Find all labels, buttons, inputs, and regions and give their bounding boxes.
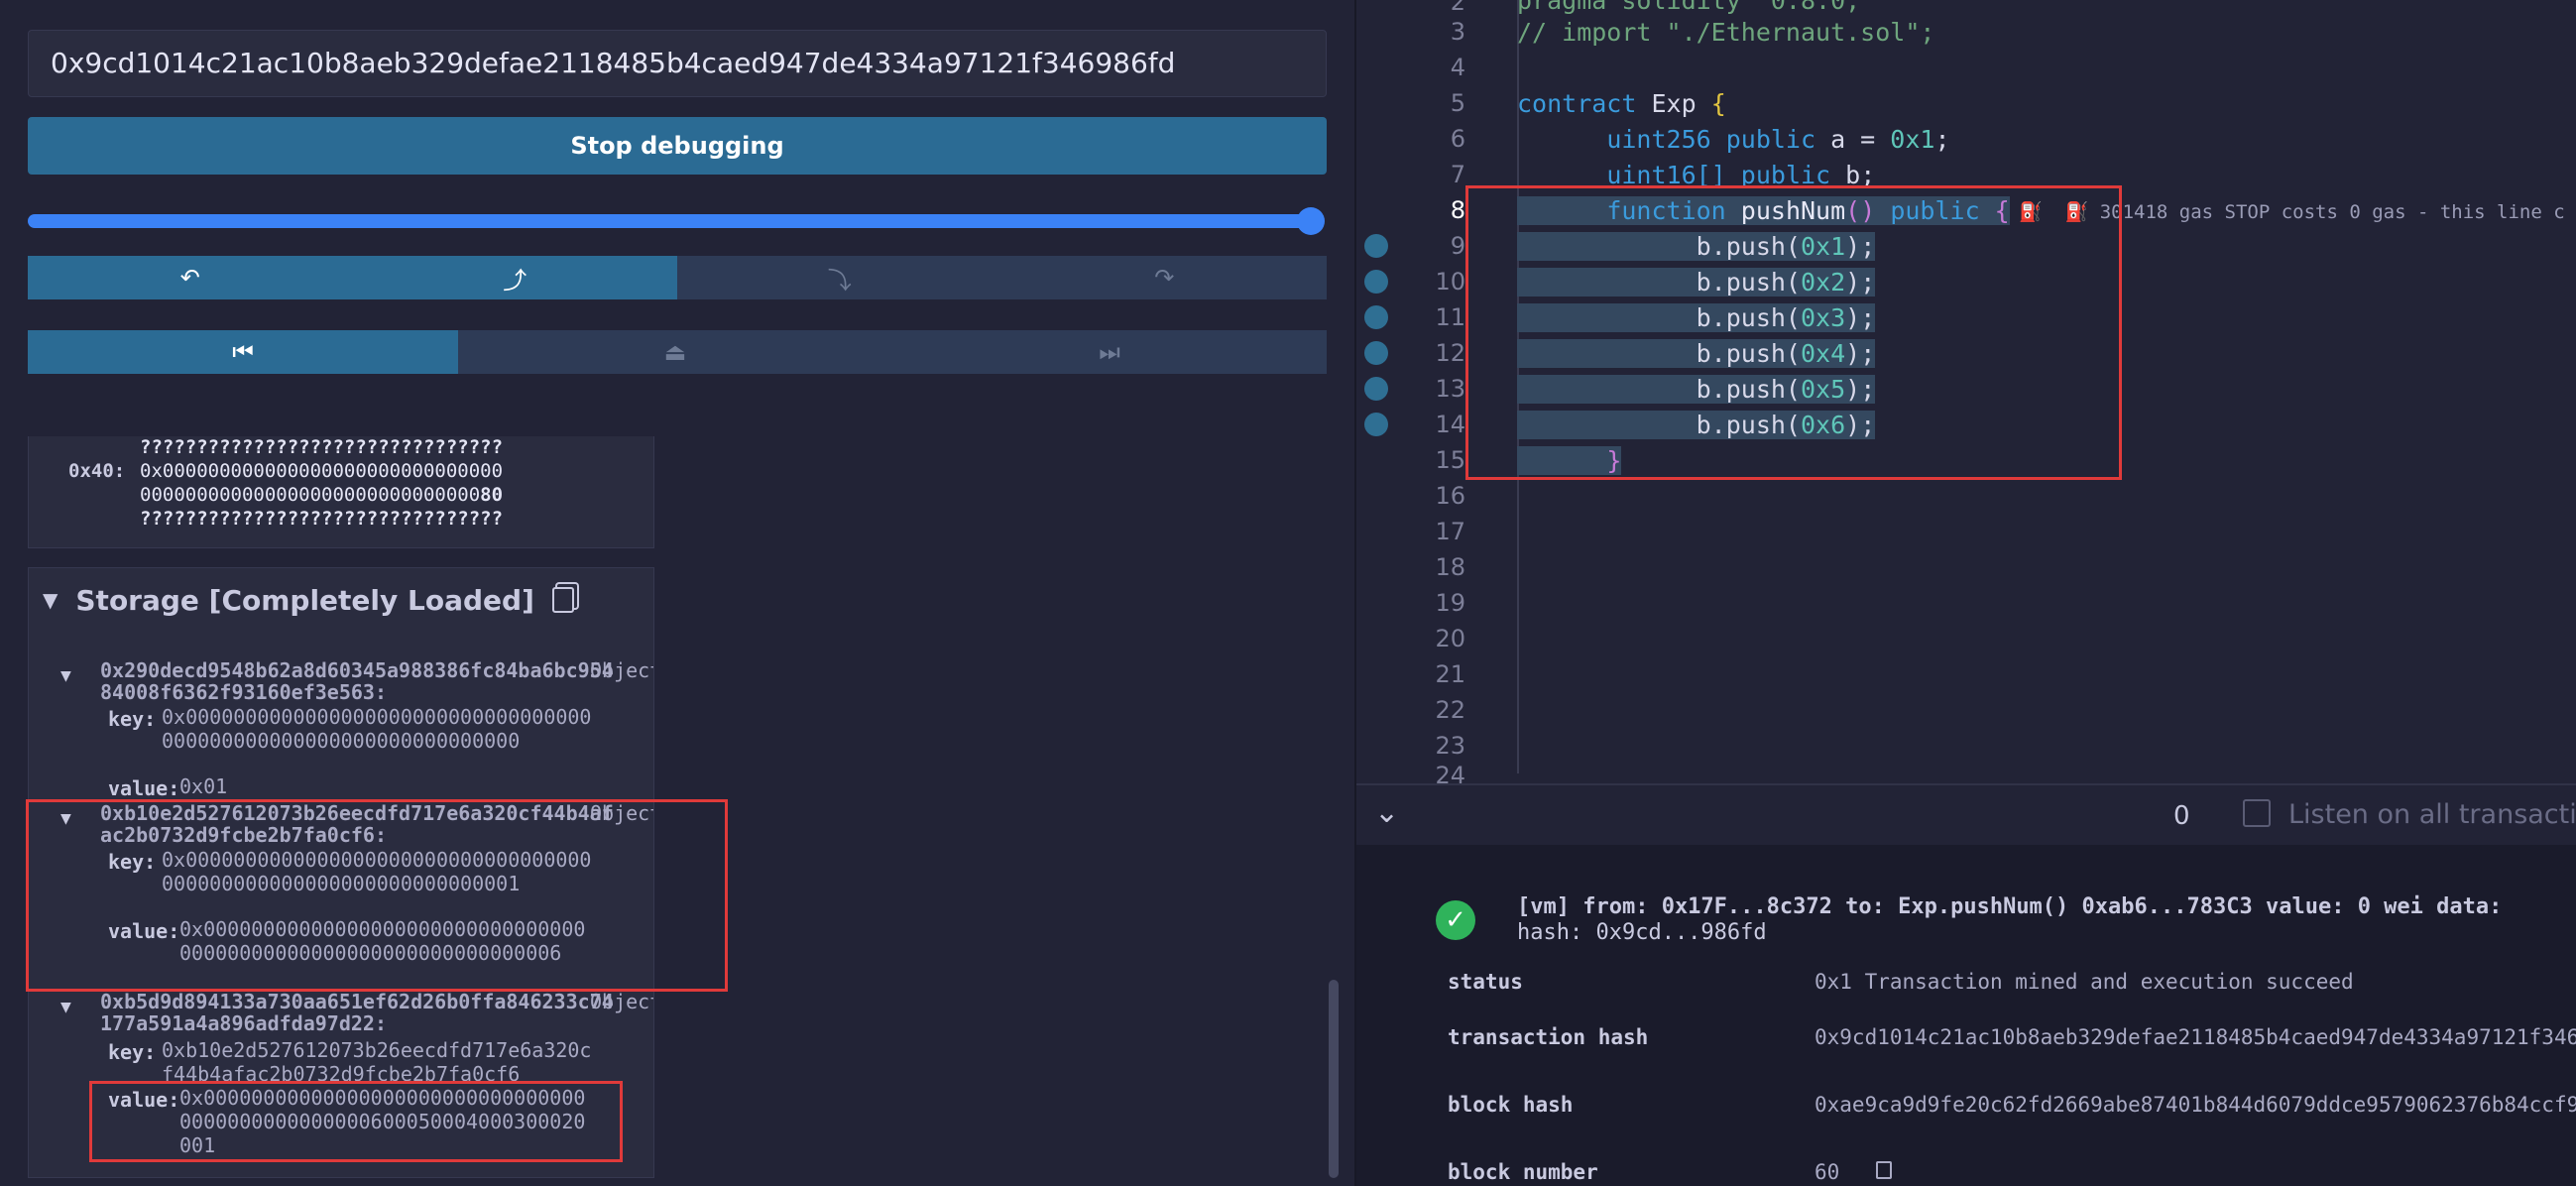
collapse-terminal-icon[interactable]: ⌄	[1374, 795, 1399, 830]
annotation-box-function	[1465, 185, 2122, 480]
storage-type: Object	[590, 990, 653, 1013]
tx-field-label: status	[1448, 970, 1523, 994]
line-number-current: 8	[1450, 196, 1465, 224]
stop-debugging-button[interactable]: Stop debugging	[28, 117, 1327, 175]
code-line[interactable]: pragma solidity ^0.8.0;	[1517, 0, 1860, 15]
line-number: 6	[1450, 125, 1465, 153]
copy-icon[interactable]	[551, 587, 574, 613]
tx-field-value: 0x9cd1014c21ac10b8aeb329defae2118485b4ca…	[1815, 1025, 2576, 1049]
storage-title: Storage [Completely Loaded]	[75, 583, 534, 617]
storage-value: 0x01	[179, 774, 228, 798]
step-out-back-button[interactable]: ⤴	[352, 256, 677, 299]
storage-slot: 0xb5d9d894133a730aa651ef62d26b0ffa846233…	[100, 990, 614, 1035]
breakpoint-marker[interactable]	[1364, 305, 1388, 329]
key-label: key:	[108, 1040, 157, 1064]
breakpoint-marker[interactable]	[1364, 270, 1388, 294]
debugger-panel: 0x9cd1014c21ac10b8aeb329defae2118485b4ca…	[0, 0, 1354, 1186]
memory-ascii-line: ????????????????????????????????	[140, 436, 504, 458]
jump-controls: ⏮ ⏏ ⏭	[28, 330, 1327, 374]
line-number: 2	[1450, 0, 1465, 16]
storage-key: 0xb10e2d527612073b26eecdfd717e6a320cf44b…	[162, 1038, 592, 1086]
step-slider-thumb[interactable]	[1297, 207, 1325, 235]
line-number: 17	[1435, 518, 1465, 545]
line-number: 20	[1435, 625, 1465, 652]
memory-hex-line: 00000000000000000000000000000080	[140, 484, 504, 506]
copy-icon[interactable]	[1875, 1161, 1892, 1179]
jump-out-button[interactable]: ⏏	[458, 330, 892, 374]
step-out-icon: ⤴	[503, 266, 527, 295]
pending-count: 0	[2173, 801, 2190, 831]
breakpoint-marker[interactable]	[1364, 234, 1388, 258]
memory-ascii-line: ????????????????????????????????	[140, 508, 504, 530]
jump-next-icon: ⏭	[1099, 338, 1120, 366]
step-over-forward-button[interactable]: ↷	[1001, 256, 1327, 299]
tx-field-label: transaction hash	[1448, 1025, 1649, 1049]
breakpoint-marker[interactable]	[1364, 413, 1388, 436]
jump-previous-icon: ⏮	[232, 338, 254, 366]
terminal-log-line[interactable]: hash: 0x9cd...986fd	[1517, 920, 1767, 945]
terminal-toolbar: ⌄ 0 Listen on all transactions	[1356, 783, 2576, 847]
tx-field-value: 60	[1815, 1160, 1892, 1184]
step-controls: ↶ ⤴ ⤵ ↷	[28, 256, 1327, 299]
scrollbar[interactable]	[1329, 980, 1339, 1178]
breakpoint-marker[interactable]	[1364, 341, 1388, 365]
breakpoint-marker[interactable]	[1364, 377, 1388, 401]
step-into-icon: ⤵	[827, 266, 852, 295]
tx-field-value: 0x1 Transaction mined and execution succ…	[1815, 970, 2354, 994]
storage-key: 0x00000000000000000000000000000000000000…	[162, 705, 592, 753]
step-back-icon: ↶	[179, 264, 200, 292]
line-number: 15	[1435, 446, 1465, 474]
line-number: 22	[1435, 696, 1465, 724]
line-number: 21	[1435, 660, 1465, 688]
line-number: 23	[1435, 732, 1465, 760]
code-line[interactable]: contract Exp {	[1517, 89, 1726, 118]
tx-field-value: 0xae9ca9d9fe20c62fd2669abe87401b844d6079…	[1815, 1093, 2576, 1117]
terminal-log-line[interactable]: [vm] from: 0x17F...8c372 to: Exp.pushNum…	[1517, 894, 2502, 919]
storage-slot: 0x290decd9548b62a8d60345a988386fc84ba6bc…	[100, 658, 614, 704]
storage-type: Object	[590, 658, 653, 682]
line-number: 16	[1435, 482, 1465, 510]
step-back-button[interactable]: ↶	[28, 256, 353, 299]
transaction-hash-input[interactable]: 0x9cd1014c21ac10b8aeb329defae2118485b4ca…	[28, 30, 1327, 97]
memory-hex-line: 0x000000000000000000000000000000	[140, 460, 504, 482]
line-number: 4	[1450, 54, 1465, 81]
listen-label: Listen on all transactions	[2288, 799, 2576, 830]
annotation-box-storage-entry	[26, 799, 728, 992]
line-number: 19	[1435, 589, 1465, 617]
chevron-down-icon[interactable]: ▼	[43, 588, 58, 612]
memory-address: 0x40:	[68, 460, 126, 482]
jump-next-breakpoint-button[interactable]: ⏭	[892, 330, 1327, 374]
line-number: 3	[1450, 18, 1465, 46]
line-number: 7	[1450, 161, 1465, 188]
step-into-button[interactable]: ⤵	[677, 256, 1002, 299]
code-line[interactable]: // import "./Ethernaut.sol";	[1517, 18, 1934, 47]
storage-header[interactable]: ▼ Storage [Completely Loaded]	[43, 580, 574, 620]
value-label: value:	[108, 776, 180, 800]
chevron-down-icon[interactable]: ▼	[60, 997, 71, 1017]
step-over-icon: ↷	[1154, 264, 1175, 292]
key-label: key:	[108, 707, 157, 731]
listen-checkbox[interactable]	[2243, 799, 2271, 827]
line-number: 5	[1450, 89, 1465, 117]
terminal-output: ✓ [vm] from: 0x17F...8c372 to: Exp.pushN…	[1356, 845, 2576, 1186]
success-check-icon: ✓	[1436, 900, 1475, 940]
editor-panel: 2 3 4 5 6 7 8 9 10 11 12 13 14 15 16 17 …	[1354, 0, 2576, 1186]
jump-previous-breakpoint-button[interactable]: ⏮	[28, 330, 458, 374]
jump-out-icon: ⏏	[663, 338, 687, 366]
code-line[interactable]: uint256 public a = 0x1;	[1517, 125, 1949, 154]
tx-field-label: block number	[1448, 1160, 1598, 1184]
chevron-down-icon[interactable]: ▼	[60, 665, 71, 686]
tx-field-label: block hash	[1448, 1093, 1574, 1117]
memory-panel: ???????????????????????????????? 0x40: 0…	[28, 436, 654, 548]
annotation-box-storage-value	[89, 1081, 623, 1162]
line-number: 18	[1435, 553, 1465, 581]
step-slider-track[interactable]	[28, 214, 1313, 228]
